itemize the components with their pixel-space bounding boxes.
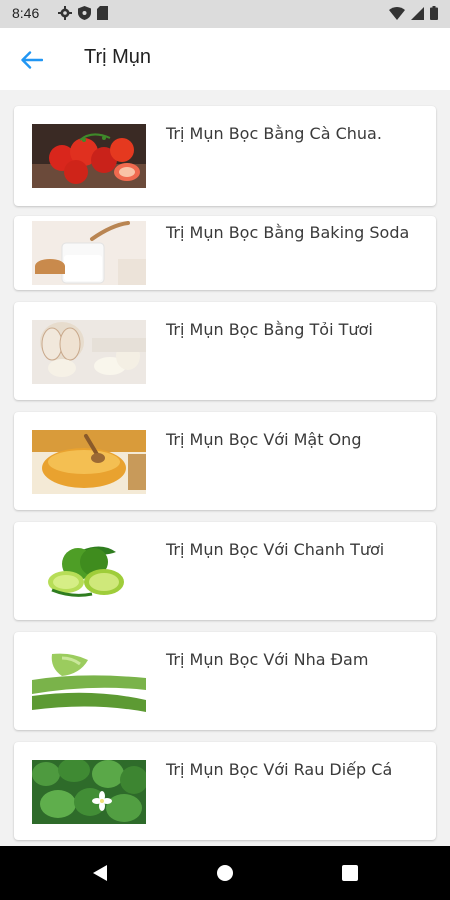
nav-recents-button[interactable] bbox=[320, 846, 380, 900]
sd-card-icon bbox=[97, 6, 108, 20]
shield-icon bbox=[78, 6, 91, 20]
item-title: Trị Mụn Bọc Bằng Cà Chua. bbox=[166, 124, 382, 143]
item-title: Trị Mụn Bọc Với Rau Diếp Cá bbox=[166, 760, 393, 779]
app-bar: Trị Mụn bbox=[0, 28, 450, 90]
garlic-thumbnail bbox=[32, 320, 146, 384]
item-title: Trị Mụn Bọc Bằng Baking Soda bbox=[166, 223, 410, 242]
item-title: Trị Mụn Bọc Bằng Tỏi Tươi bbox=[166, 320, 373, 339]
back-button[interactable] bbox=[16, 44, 48, 76]
nav-back-button[interactable] bbox=[70, 846, 130, 900]
baking-soda-thumbnail bbox=[32, 221, 146, 285]
item-title: Trị Mụn Bọc Với Chanh Tươi bbox=[166, 540, 385, 559]
tomato-thumbnail bbox=[32, 124, 146, 188]
system-nav-bar bbox=[0, 846, 450, 900]
nav-home-button[interactable] bbox=[195, 846, 255, 900]
honey-thumbnail bbox=[32, 430, 146, 494]
list-item[interactable]: Trị Mụn Bọc Với Mật Ong bbox=[14, 412, 436, 510]
fish-mint-thumbnail bbox=[32, 760, 146, 824]
status-bar: 8:46 bbox=[0, 0, 450, 28]
item-title: Trị Mụn Bọc Với Nha Đam bbox=[166, 650, 369, 669]
home-circle-icon bbox=[217, 865, 233, 881]
back-triangle-icon bbox=[93, 865, 107, 881]
signal-icon bbox=[411, 6, 424, 20]
wifi-icon bbox=[389, 6, 405, 20]
battery-icon bbox=[430, 6, 438, 20]
list-item[interactable]: Trị Mụn Bọc Bằng Tỏi Tươi bbox=[14, 302, 436, 400]
list-item[interactable]: Trị Mụn Bọc Bằng Cà Chua. bbox=[14, 106, 436, 206]
list-item[interactable]: Trị Mụn Bọc Với Rau Diếp Cá bbox=[14, 742, 436, 840]
aloe-vera-thumbnail bbox=[32, 650, 146, 714]
list-item[interactable]: Trị Mụn Bọc Với Chanh Tươi bbox=[14, 522, 436, 620]
recents-square-icon bbox=[342, 865, 358, 881]
status-time: 8:46 bbox=[12, 5, 40, 21]
gear-icon bbox=[58, 6, 72, 20]
list-item[interactable]: Trị Mụn Bọc Bằng Baking Soda bbox=[14, 216, 436, 290]
list-item[interactable]: Trị Mụn Bọc Với Nha Đam bbox=[14, 632, 436, 730]
lime-thumbnail bbox=[32, 540, 146, 604]
page-title: Trị Mụn bbox=[84, 46, 152, 68]
item-title: Trị Mụn Bọc Với Mật Ong bbox=[166, 430, 362, 449]
arrow-left-icon bbox=[21, 51, 43, 69]
